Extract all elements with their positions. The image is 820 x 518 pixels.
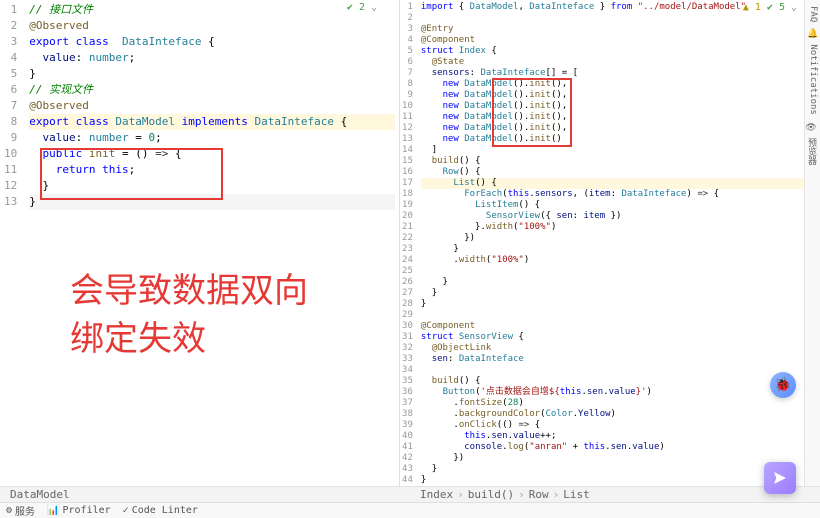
code-line[interactable]: }: [421, 299, 815, 310]
code-line[interactable]: // 接口文件: [29, 2, 395, 18]
code-line[interactable]: new DataModel().init(),: [421, 79, 815, 90]
code-line[interactable]: List() {: [421, 178, 815, 189]
code-line[interactable]: }: [421, 244, 815, 255]
breadcrumb-right[interactable]: Index›build()›Row›List: [410, 488, 820, 501]
code-line[interactable]: }): [421, 233, 815, 244]
bottom-toolbar: ⚙ 服务 📊 Profiler ✓ Code Linter: [0, 502, 820, 518]
code-line[interactable]: [421, 365, 815, 376]
breadcrumb-left[interactable]: DataModel: [10, 488, 70, 501]
code-line[interactable]: @Observed: [29, 18, 395, 34]
code-line[interactable]: }: [29, 178, 395, 194]
code-line[interactable]: Button('点击数据会自增${this.sen.value}'): [421, 387, 815, 398]
code-line[interactable]: .fontSize(28): [421, 398, 815, 409]
code-line[interactable]: new DataModel().init(): [421, 134, 815, 145]
breadcrumb-item[interactable]: List: [563, 488, 590, 501]
code-line[interactable]: ]: [421, 145, 815, 156]
float-send-icon[interactable]: [764, 462, 796, 494]
right-gutter: 1234567891011121314151617181920212223242…: [400, 0, 417, 486]
right-editor-pane: ▲ 1 ✔ 5 ⌄ 123456789101112131415161718192…: [400, 0, 820, 486]
right-code-area[interactable]: 1234567891011121314151617181920212223242…: [400, 0, 819, 486]
code-line[interactable]: @Component: [421, 321, 815, 332]
code-line[interactable]: export class DataModel implements DataIn…: [29, 114, 395, 130]
code-line[interactable]: @State: [421, 57, 815, 68]
code-line[interactable]: new DataModel().init(),: [421, 90, 815, 101]
breadcrumb-item[interactable]: Row: [529, 488, 549, 501]
code-line[interactable]: }: [421, 288, 815, 299]
rail-notifications[interactable]: 🔔 Notifications: [807, 28, 818, 115]
code-line[interactable]: @Component: [421, 35, 815, 46]
code-line[interactable]: }: [421, 277, 815, 288]
code-line[interactable]: }: [29, 194, 395, 210]
code-line[interactable]: struct Index {: [421, 46, 815, 57]
code-line[interactable]: Row() {: [421, 167, 815, 178]
rail-preview[interactable]: 👁 预览器: [807, 121, 818, 165]
bottom-linter[interactable]: ✓ Code Linter: [123, 505, 198, 516]
left-gutter: 12345678910111213: [0, 0, 25, 486]
bottom-services[interactable]: ⚙ 服务: [6, 503, 35, 518]
editor-split: ✔ 2 ⌄ 12345678910111213 // 接口文件@Observed…: [0, 0, 820, 486]
code-line[interactable]: [421, 13, 815, 24]
code-line[interactable]: [421, 310, 815, 321]
code-line[interactable]: export class DataInteface {: [29, 34, 395, 50]
code-line[interactable]: }: [421, 475, 815, 486]
code-line[interactable]: .onClick(() => {: [421, 420, 815, 431]
breadcrumb-item[interactable]: Index: [420, 488, 453, 501]
bottom-profiler[interactable]: 📊 Profiler: [47, 505, 111, 516]
left-editor-pane: ✔ 2 ⌄ 12345678910111213 // 接口文件@Observed…: [0, 0, 400, 486]
code-line[interactable]: sensors: DataInteface[] = [: [421, 68, 815, 79]
right-tool-rail: FAQ 🔔 Notifications 👁 预览器: [804, 0, 820, 486]
code-line[interactable]: }): [421, 453, 815, 464]
code-line[interactable]: value: number;: [29, 50, 395, 66]
code-line[interactable]: new DataModel().init(),: [421, 123, 815, 134]
code-line[interactable]: ForEach(this.sensors, (item: DataIntefac…: [421, 189, 815, 200]
code-line[interactable]: build() {: [421, 156, 815, 167]
right-code[interactable]: import { DataModel, DataInteface } from …: [417, 0, 819, 486]
code-line[interactable]: [421, 266, 815, 277]
rail-faq[interactable]: FAQ: [807, 6, 818, 22]
float-assistant-icon[interactable]: 🐞: [770, 372, 796, 398]
code-line[interactable]: .backgroundColor(Color.Yellow): [421, 409, 815, 420]
left-code[interactable]: // 接口文件@Observedexport class DataIntefac…: [25, 0, 399, 486]
code-line[interactable]: ListItem() {: [421, 200, 815, 211]
code-line[interactable]: .width("100%"): [421, 255, 815, 266]
code-line[interactable]: console.log("anran" + this.sen.value): [421, 442, 815, 453]
code-line[interactable]: }: [421, 464, 815, 475]
breadcrumb-item[interactable]: build(): [468, 488, 514, 501]
code-line[interactable]: public init = () => {: [29, 146, 395, 162]
code-line[interactable]: import { DataModel, DataInteface } from …: [421, 2, 815, 13]
code-line[interactable]: struct SensorView {: [421, 332, 815, 343]
code-line[interactable]: SensorView({ sen: item }): [421, 211, 815, 222]
code-line[interactable]: value: number = 0;: [29, 130, 395, 146]
code-line[interactable]: build() {: [421, 376, 815, 387]
code-line[interactable]: this.sen.value++;: [421, 431, 815, 442]
code-line[interactable]: }: [29, 66, 395, 82]
code-line[interactable]: @ObjectLink: [421, 343, 815, 354]
code-line[interactable]: new DataModel().init(),: [421, 101, 815, 112]
code-line[interactable]: return this;: [29, 162, 395, 178]
code-line[interactable]: @Observed: [29, 98, 395, 114]
code-line[interactable]: // 实现文件: [29, 82, 395, 98]
breadcrumb-bar: DataModel Index›build()›Row›List: [0, 486, 820, 502]
code-line[interactable]: @Entry: [421, 24, 815, 35]
code-line[interactable]: }.width("100%"): [421, 222, 815, 233]
code-line[interactable]: sen: DataInteface: [421, 354, 815, 365]
code-line[interactable]: new DataModel().init(),: [421, 112, 815, 123]
left-code-area[interactable]: 12345678910111213 // 接口文件@Observedexport…: [0, 0, 399, 486]
